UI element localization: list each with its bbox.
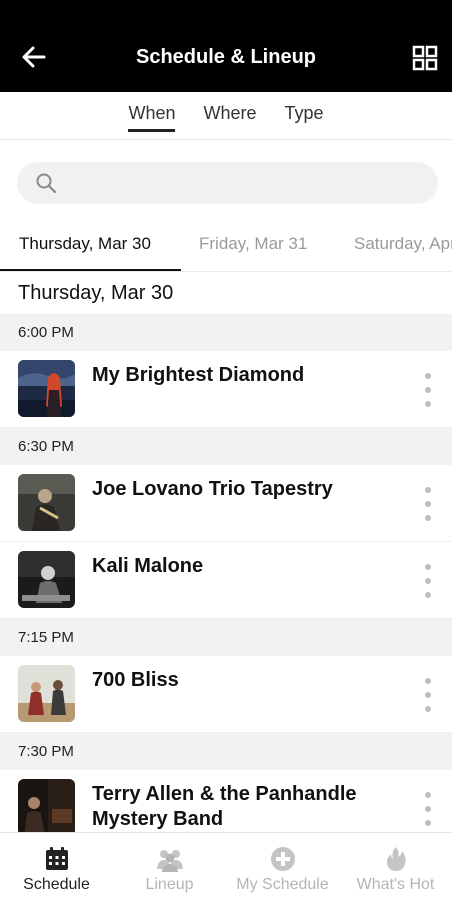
event-name: My Brightest Diamond [92, 364, 305, 386]
more-options-icon[interactable] [418, 373, 438, 407]
event-row[interactable]: My Brightest Diamond [0, 351, 452, 428]
more-options-icon[interactable] [418, 564, 438, 598]
time-header: 7:30 PM [0, 733, 452, 770]
more-options-icon[interactable] [418, 792, 438, 826]
day-tab-saturday[interactable]: Saturday, Apr 1 [335, 228, 452, 271]
day-tab-thursday[interactable]: Thursday, Mar 30 [0, 228, 181, 271]
flame-icon [386, 847, 406, 871]
more-options-icon[interactable] [418, 678, 438, 712]
day-header: Thursday, Mar 30 [18, 281, 174, 304]
search-bar[interactable] [17, 162, 438, 204]
tab-type[interactable]: Type [285, 103, 324, 132]
event-name: 700 Bliss [92, 669, 179, 691]
day-tabs: Thursday, Mar 30 Friday, Mar 31 Saturday… [0, 228, 452, 272]
nav-schedule[interactable]: Schedule [0, 833, 113, 900]
artist-photo [18, 779, 75, 836]
nav-whats-hot[interactable]: What's Hot [339, 833, 452, 900]
event-row[interactable]: Kali Malone [0, 542, 452, 619]
event-row[interactable]: Joe Lovano Trio Tapestry [0, 465, 452, 542]
app-bar: Schedule & Lineup [0, 22, 452, 92]
nav-label: Schedule [23, 876, 90, 893]
status-bar [0, 0, 452, 22]
grid-view-icon[interactable] [412, 45, 438, 71]
nav-my-schedule[interactable]: My Schedule [226, 833, 339, 900]
nav-label: My Schedule [236, 876, 329, 893]
event-row[interactable]: 700 Bliss [0, 656, 452, 733]
time-header: 6:30 PM [0, 428, 452, 465]
nav-lineup[interactable]: Lineup [113, 833, 226, 900]
back-arrow-icon[interactable] [20, 43, 48, 71]
tab-where[interactable]: Where [203, 103, 256, 132]
artist-photo [18, 551, 75, 608]
event-name: Joe Lovano Trio Tapestry [92, 478, 333, 500]
artist-photo [18, 360, 75, 417]
nav-label: What's Hot [356, 876, 435, 893]
day-tab-friday[interactable]: Friday, Mar 31 [181, 228, 335, 271]
time-header: 7:15 PM [0, 619, 452, 656]
tab-when[interactable]: When [128, 103, 176, 132]
add-circle-icon [270, 847, 295, 871]
artist-photo [18, 474, 75, 531]
artist-photo [18, 665, 75, 722]
event-name: Kali Malone [92, 555, 204, 577]
people-icon [156, 850, 183, 872]
filter-tabs: When Where Type [0, 92, 452, 140]
time-header: 6:00 PM [0, 314, 452, 351]
nav-label: Lineup [145, 876, 194, 893]
bottom-nav: Schedule Lineup My Schedule What's Hot [0, 832, 452, 900]
search-input[interactable] [67, 174, 407, 192]
more-options-icon[interactable] [418, 487, 438, 521]
calendar-icon [45, 847, 68, 870]
page-title: Schedule & Lineup [135, 45, 317, 68]
search-icon [36, 173, 57, 194]
event-name: Terry Allen & the Panhandle Mystery Band [92, 783, 357, 830]
